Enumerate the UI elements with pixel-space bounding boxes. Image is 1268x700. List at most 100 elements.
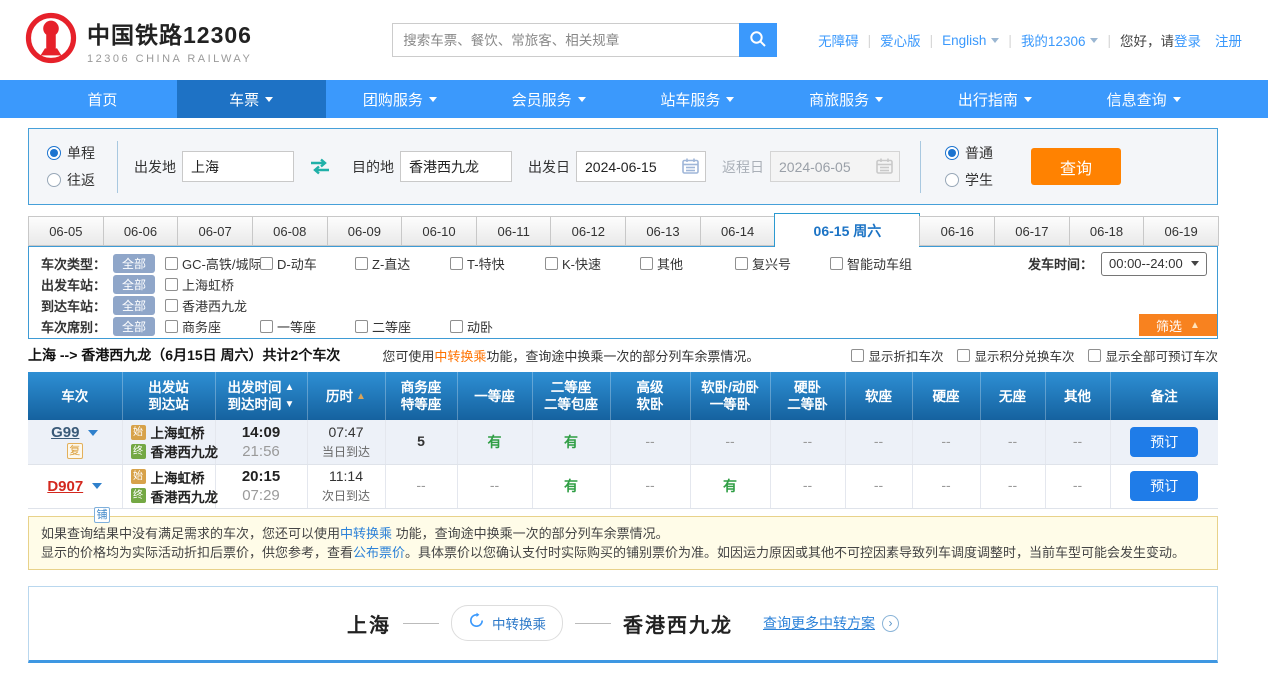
search-input[interactable] xyxy=(392,23,739,57)
date-tab[interactable]: 06-06 xyxy=(103,216,179,246)
checkbox-icon[interactable] xyxy=(735,257,748,270)
nav-item-member-services[interactable]: 会员服务 xyxy=(474,80,623,118)
checkbox-icon[interactable] xyxy=(165,299,178,312)
filter-business-seat[interactable]: 商务座 xyxy=(165,317,260,336)
passenger-type-student[interactable]: 学生 xyxy=(945,170,993,190)
filter-t-express[interactable]: T-特快 xyxy=(450,254,545,273)
from-station-input[interactable] xyxy=(182,151,294,182)
nav-item-tickets[interactable]: 车票 xyxy=(177,80,326,118)
circle-arrow-icon[interactable]: › xyxy=(882,615,899,632)
checkbox-icon[interactable] xyxy=(957,349,970,362)
checkbox-icon[interactable] xyxy=(450,257,463,270)
checkbox-icon[interactable] xyxy=(545,257,558,270)
expand-train-icon[interactable] xyxy=(92,483,102,489)
register-link[interactable]: 注册 xyxy=(1215,30,1242,50)
radio-icon[interactable] xyxy=(945,173,959,187)
depart-time-select[interactable]: 00:00--24:00 xyxy=(1101,252,1207,276)
transfer-link[interactable]: 中转换乘 xyxy=(340,526,392,541)
date-tab[interactable]: 06-07 xyxy=(177,216,253,246)
nav-item-station-services[interactable]: 站车服务 xyxy=(623,80,772,118)
filter-emu-sleeper[interactable]: 动卧 xyxy=(450,317,545,336)
nav-item-travel-guide[interactable]: 出行指南 xyxy=(921,80,1070,118)
date-tab[interactable]: 06-11 xyxy=(476,216,552,246)
query-button[interactable]: 查询 xyxy=(1031,148,1121,185)
date-tab[interactable]: 06-05 xyxy=(28,216,104,246)
transfer-pill-button[interactable]: 中转换乘 xyxy=(451,605,563,641)
date-tab[interactable]: 06-17 xyxy=(994,216,1070,246)
filter-k-fast[interactable]: K-快速 xyxy=(545,254,640,273)
show-discount-checkbox[interactable]: 显示折扣车次 xyxy=(851,346,943,365)
filter-gc-highspeed[interactable]: GC-高铁/城际 xyxy=(165,254,260,273)
train-number-link[interactable]: G99 xyxy=(51,424,79,441)
checkbox-icon[interactable] xyxy=(830,257,843,270)
date-tab[interactable]: 06-16 xyxy=(919,216,995,246)
link-my-12306[interactable]: 我的12306 xyxy=(1021,30,1086,50)
logo[interactable]: 中国铁路12306 12306 CHINA RAILWAY xyxy=(25,12,252,69)
filter-first-seat[interactable]: 一等座 xyxy=(260,317,355,336)
date-tab[interactable]: 06-14 xyxy=(700,216,776,246)
depart-station-all-badge[interactable]: 全部 xyxy=(113,275,155,294)
link-english[interactable]: English xyxy=(942,33,986,48)
date-tab[interactable]: 06-10 xyxy=(401,216,477,246)
link-accessibility[interactable]: 无障碍 xyxy=(818,30,859,50)
checkbox-icon[interactable] xyxy=(165,320,178,333)
date-tab[interactable]: 06-12 xyxy=(550,216,626,246)
checkbox-icon[interactable] xyxy=(165,257,178,270)
published-price-link[interactable]: 公布票价 xyxy=(353,545,405,560)
seat-class-all-badge[interactable]: 全部 xyxy=(113,317,155,336)
nav-item-business-travel[interactable]: 商旅服务 xyxy=(772,80,921,118)
swap-stations-icon[interactable] xyxy=(308,158,332,175)
checkbox-icon[interactable] xyxy=(450,320,463,333)
filter-second-seat[interactable]: 二等座 xyxy=(355,317,450,336)
login-link[interactable]: 登录 xyxy=(1174,30,1201,50)
sort-asc-icon[interactable]: ▲ xyxy=(356,388,366,405)
search-button[interactable] xyxy=(739,23,777,57)
checkbox-icon[interactable] xyxy=(851,349,864,362)
filter-depart-station[interactable]: 上海虹桥 xyxy=(165,275,234,294)
date-tab[interactable]: 06-18 xyxy=(1069,216,1145,246)
radio-selected-icon[interactable] xyxy=(47,146,61,160)
checkbox-icon[interactable] xyxy=(355,257,368,270)
checkbox-icon[interactable] xyxy=(260,257,273,270)
train-number-link[interactable]: D907 xyxy=(47,478,83,495)
nav-item-group-services[interactable]: 团购服务 xyxy=(326,80,475,118)
col-duration-sortable[interactable]: 历时▲ xyxy=(307,372,385,420)
filter-d-emu[interactable]: D-动车 xyxy=(260,254,355,273)
expand-train-icon[interactable] xyxy=(88,430,98,436)
link-care-version[interactable]: 爱心版 xyxy=(880,30,921,50)
calendar-icon[interactable] xyxy=(682,158,699,179)
sift-button[interactable]: 筛选▲ xyxy=(1139,314,1217,336)
col-times-sortable[interactable]: 出发时间▲到达时间▼ xyxy=(215,372,307,420)
date-tab[interactable]: 06-08 xyxy=(252,216,328,246)
show-points-checkbox[interactable]: 显示积分兑换车次 xyxy=(957,346,1074,365)
sort-asc-icon[interactable]: ▲ xyxy=(285,379,295,396)
train-type-all-badge[interactable]: 全部 xyxy=(113,254,155,273)
filter-other-type[interactable]: 其他 xyxy=(640,254,735,273)
radio-icon[interactable] xyxy=(47,173,61,187)
filter-z-direct[interactable]: Z-直达 xyxy=(355,254,450,273)
filter-fuxing[interactable]: 复兴号 xyxy=(735,254,830,273)
date-tab[interactable]: 06-09 xyxy=(327,216,403,246)
passenger-type-normal[interactable]: 普通 xyxy=(945,143,993,163)
checkbox-icon[interactable] xyxy=(165,278,178,291)
date-tab-selected[interactable]: 06-15 周六 xyxy=(774,213,920,247)
more-transfer-link[interactable]: 查询更多中转方案 xyxy=(763,613,875,633)
arrive-station-all-badge[interactable]: 全部 xyxy=(113,296,155,315)
radio-selected-icon[interactable] xyxy=(945,146,959,160)
book-button[interactable]: 预订 xyxy=(1130,471,1198,501)
trip-type-one-way[interactable]: 单程 xyxy=(47,143,95,163)
book-button[interactable]: 预订 xyxy=(1130,427,1198,457)
nav-item-info-query[interactable]: 信息查询 xyxy=(1069,80,1218,118)
checkbox-icon[interactable] xyxy=(1088,349,1101,362)
date-tab[interactable]: 06-19 xyxy=(1143,216,1219,246)
checkbox-icon[interactable] xyxy=(260,320,273,333)
show-all-bookable-checkbox[interactable]: 显示全部可预订车次 xyxy=(1088,346,1218,365)
transfer-tip-link[interactable]: 中转换乘 xyxy=(434,349,486,364)
filter-arrive-station[interactable]: 香港西九龙 xyxy=(165,296,247,315)
nav-item-home[interactable]: 首页 xyxy=(28,80,177,118)
checkbox-icon[interactable] xyxy=(640,257,653,270)
to-station-input[interactable] xyxy=(400,151,512,182)
date-tab[interactable]: 06-13 xyxy=(625,216,701,246)
filter-smart-emu[interactable]: 智能动车组 xyxy=(830,254,912,273)
checkbox-icon[interactable] xyxy=(355,320,368,333)
